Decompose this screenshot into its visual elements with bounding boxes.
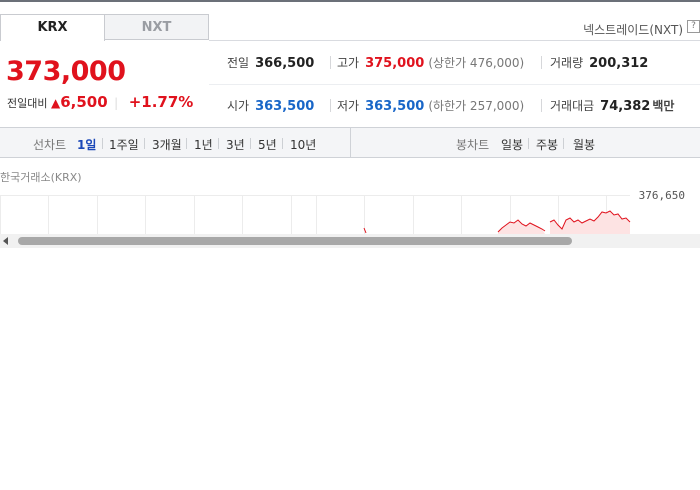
- nxt-info-link[interactable]: 넥스트레이드(NXT): [583, 21, 683, 38]
- period-3y-button[interactable]: 3년: [226, 136, 245, 153]
- divider: [186, 138, 187, 149]
- intraday-chart: [0, 195, 631, 234]
- stat-label: 고가: [337, 56, 360, 70]
- stat-volume: 거래량 200,312: [550, 54, 648, 71]
- stat-high: 고가 375,000 (상한가 476,000): [337, 54, 524, 71]
- change-percent: +1.77%: [128, 93, 194, 111]
- stat-prev-close: 전일 366,500: [227, 54, 314, 71]
- scrollbar-thumb[interactable]: [18, 237, 572, 245]
- divider: [144, 138, 145, 149]
- stat-value: 375,000: [365, 56, 425, 71]
- line-chart-title: 선차트: [33, 138, 67, 152]
- chart-toolbar: 선차트 1일 1주일 3개월 1년 3년 5년 10년 봉차트 일봉 주봉 월봉: [0, 127, 700, 158]
- monthly-candle-button[interactable]: 월봉: [573, 136, 595, 153]
- divider: [102, 138, 103, 149]
- stat-label: 전일: [227, 56, 250, 70]
- tab-nxt[interactable]: NXT: [104, 14, 209, 40]
- tab-krx[interactable]: KRX: [0, 14, 105, 41]
- divider: [563, 138, 564, 149]
- divider: |: [114, 96, 119, 110]
- stat-label: 저가: [337, 99, 360, 113]
- upper-limit: (상한가 476,000): [428, 56, 525, 70]
- stat-value: 363,500: [255, 99, 315, 114]
- weekly-candle-button[interactable]: 주봉: [536, 136, 558, 153]
- period-1w-button[interactable]: 1주일: [109, 136, 139, 153]
- stat-low: 저가 363,500 (하한가 257,000): [337, 97, 524, 114]
- divider: [218, 138, 219, 149]
- period-1y-button[interactable]: 1년: [194, 136, 213, 153]
- stat-value: 200,312: [589, 56, 649, 71]
- stat-value: 74,382: [600, 99, 651, 114]
- divider: [330, 99, 331, 112]
- horizontal-scrollbar[interactable]: [0, 234, 700, 248]
- price-area-fill: [498, 211, 630, 234]
- top-border: [0, 0, 700, 2]
- divider: [541, 99, 542, 112]
- current-price: 373,000: [6, 56, 126, 87]
- divider: [250, 138, 251, 149]
- stats-row-divider: [209, 84, 700, 85]
- period-3m-button[interactable]: 3개월: [152, 136, 182, 153]
- period-5y-button[interactable]: 5년: [258, 136, 277, 153]
- divider: [528, 138, 529, 149]
- lower-limit: (하한가 257,000): [428, 99, 525, 113]
- toolbar-divider: [350, 128, 351, 157]
- period-10y-button[interactable]: 10년: [290, 136, 316, 153]
- divider: [541, 56, 542, 69]
- up-triangle-icon: ▲: [50, 96, 61, 110]
- stat-label: 시가: [227, 99, 250, 113]
- tabs-divider: [209, 40, 700, 41]
- stat-value: 363,500: [365, 99, 425, 114]
- change-label: 전일대비: [7, 97, 48, 110]
- stat-label: 거래대금: [550, 99, 595, 113]
- change-amount: 6,500: [60, 93, 108, 111]
- price-change: 전일대비 ▲6,500 | +1.77%: [7, 93, 193, 111]
- stat-open: 시가 363,500: [227, 97, 314, 114]
- stat-trade-value: 거래대금 74,382 백만: [550, 97, 674, 114]
- daily-candle-button[interactable]: 일봉: [501, 136, 523, 153]
- stat-label: 거래량: [550, 56, 584, 70]
- candle-chart-title: 봉차트: [456, 138, 490, 152]
- scroll-left-arrow-icon[interactable]: [3, 237, 8, 245]
- divider: [282, 138, 283, 149]
- exchange-label: 한국거래소(KRX): [0, 171, 82, 184]
- divider: [330, 56, 331, 69]
- stat-value: 366,500: [255, 56, 315, 71]
- help-icon[interactable]: ?: [687, 20, 700, 33]
- period-1d-button[interactable]: 1일: [77, 136, 96, 153]
- stat-unit: 백만: [652, 99, 675, 113]
